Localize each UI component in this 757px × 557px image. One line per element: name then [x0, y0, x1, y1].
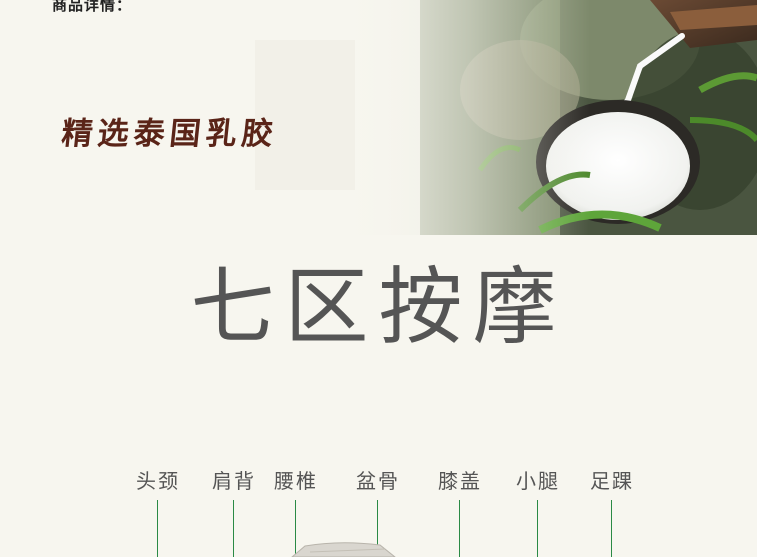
- zone-label: 盆骨: [356, 469, 400, 493]
- zone-pelvis: 盆骨: [333, 466, 423, 557]
- zone-pointer-line: [537, 500, 538, 557]
- section-label: 商品详情：: [52, 0, 133, 14]
- zone-label: 足踝: [590, 469, 634, 493]
- zone-lumbar: 腰椎: [251, 466, 341, 557]
- zone-pointer-line: [459, 500, 460, 557]
- zone-pointer-line: [233, 500, 234, 557]
- banner-title: 精选泰国乳胶: [59, 116, 280, 152]
- headline: 七区按摩: [190, 258, 567, 356]
- zone-label: 腰椎: [274, 469, 318, 493]
- zone-ankle: 足踝: [567, 466, 657, 557]
- zone-pointer-line: [157, 500, 158, 557]
- latex-banner: 商品详情： 精选泰国乳胶: [0, 0, 757, 235]
- zone-pointer-line: [295, 500, 296, 557]
- product-detail-page: 商品详情： 精选泰国乳胶 七区按摩 头颈 肩背 腰椎 盆骨 膝盖 小腿 足踝: [0, 0, 757, 557]
- zone-label: 膝盖: [438, 469, 482, 493]
- zone-pointer-line: [611, 500, 612, 557]
- zone-knee: 膝盖: [415, 466, 505, 557]
- zone-pointer-line: [377, 500, 378, 557]
